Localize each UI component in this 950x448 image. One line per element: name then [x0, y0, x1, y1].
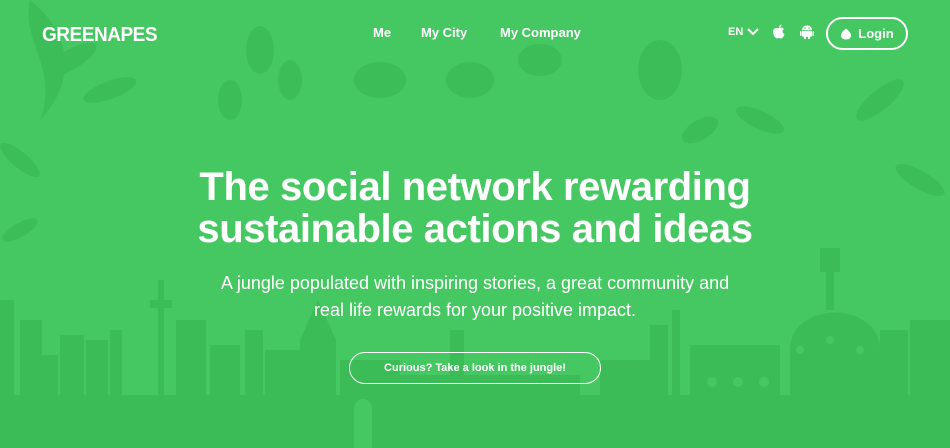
explore-jungle-button[interactable]: Curious? Take a look in the jungle!: [349, 352, 601, 384]
hero-subtitle-line-2: real life rewards for your positive impa…: [313, 300, 637, 320]
top-navigation: GREENAPES Me My City My Company EN Login: [0, 0, 950, 68]
apple-icon[interactable]: [772, 24, 786, 40]
nav-item-my-company[interactable]: My Company: [500, 25, 581, 40]
greenapes-logo[interactable]: GREENAPES: [42, 24, 158, 47]
leaf-icon: [841, 28, 852, 39]
nav-item-my-city[interactable]: My City: [421, 25, 467, 40]
chevron-down-icon: [747, 28, 759, 36]
cta-label: Curious? Take a look in the jungle!: [384, 362, 566, 374]
android-icon[interactable]: [800, 24, 814, 40]
hero-headline: The social network rewarding sustainable…: [0, 166, 950, 250]
hero-subtitle: A jungle populated with inspiring storie…: [0, 270, 950, 324]
hero-title-line-2: sustainable actions and ideas: [197, 207, 753, 251]
nav-item-me[interactable]: Me: [373, 25, 391, 40]
language-selector[interactable]: EN: [728, 26, 759, 38]
hero-subtitle-line-1: A jungle populated with inspiring storie…: [220, 273, 730, 293]
language-label: EN: [728, 26, 744, 38]
hero-title-line-1: The social network rewarding: [199, 165, 751, 209]
login-button[interactable]: Login: [826, 17, 908, 50]
login-label: Login: [858, 26, 894, 41]
